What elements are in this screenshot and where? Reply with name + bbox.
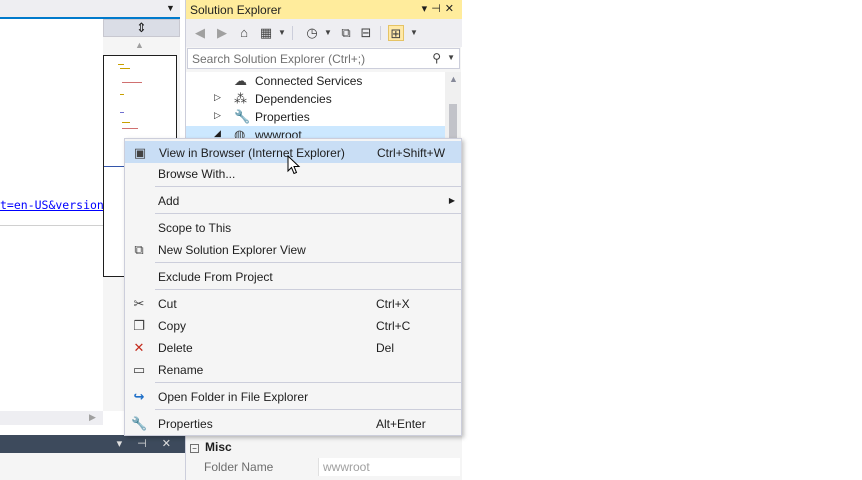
search-options-dropdown-icon[interactable]: ▼ — [447, 53, 455, 62]
expand-arrow-icon[interactable]: ▷ — [214, 92, 221, 103]
open-folder-icon: ↪ — [133, 389, 145, 404]
filter-dropdown-icon[interactable]: ▼ — [320, 25, 336, 41]
expand-arrow-icon[interactable]: ▷ — [214, 110, 221, 121]
editor-text-area[interactable]: t=en-US&version — [0, 19, 104, 411]
collapse-section-icon[interactable]: − — [190, 444, 199, 453]
browser-icon: ▣ — [133, 145, 147, 160]
pin-icon[interactable]: ⊣ — [431, 3, 445, 15]
submenu-arrow-icon: ▶ — [448, 196, 455, 205]
close-icon[interactable]: ✕ — [445, 3, 458, 15]
switch-views-icon[interactable]: ▦ — [258, 25, 274, 41]
rename-icon: ▭ — [132, 362, 146, 377]
search-placeholder: Search Solution Explorer (Ctrl+;) — [192, 52, 366, 66]
property-name: Folder Name — [204, 460, 274, 474]
horizontal-scrollbar[interactable]: ▶ — [0, 411, 103, 425]
menu-item-rename[interactable]: ▭ Rename — [125, 359, 461, 381]
switch-views-dropdown-icon[interactable]: ▼ — [274, 25, 290, 41]
delete-x-icon: ✕ — [133, 340, 145, 355]
solution-explorer-title: Solution Explorer — [190, 3, 282, 17]
wrench-icon: 🔧 — [234, 109, 251, 124]
menu-item-exclude-from-project[interactable]: Exclude From Project — [125, 266, 461, 288]
menu-item-copy[interactable]: ❐ Copy Ctrl+C — [125, 315, 461, 337]
collapse-all-icon[interactable]: ⊟ — [358, 25, 374, 41]
copy-icon: ❐ — [133, 318, 145, 333]
split-handle-icon[interactable]: ⇕ — [103, 19, 180, 37]
menu-item-properties[interactable]: 🔧 Properties Alt+Enter — [125, 413, 461, 435]
tree-vertical-scrollbar[interactable]: ▲ — [445, 72, 461, 140]
scissors-icon: ✂ — [133, 296, 145, 311]
editor-title-bar: ▼ — [0, 0, 180, 19]
home-icon[interactable]: ⌂ — [236, 25, 252, 41]
dependencies-icon: ⁂ — [234, 91, 247, 106]
forward-icon[interactable]: ▶ — [214, 25, 230, 41]
tree-item-connected-services[interactable]: ☁ Connected Services — [186, 72, 445, 90]
solution-explorer-title-bar: Solution Explorer ▾⊣✕ — [186, 0, 462, 19]
property-value[interactable]: wwwroot — [318, 458, 460, 476]
context-menu: ▣ View in Browser (Internet Explorer) Ct… — [124, 138, 462, 436]
editor-divider — [0, 225, 103, 226]
back-icon[interactable]: ◀ — [192, 25, 208, 41]
scroll-up-icon[interactable]: ▲ — [135, 40, 144, 50]
scrollbar-thumb[interactable] — [449, 104, 457, 140]
panel-window-buttons[interactable]: ▾ ⊣ ✕ — [117, 437, 177, 450]
tree-item-properties[interactable]: ▷ 🔧 Properties — [186, 108, 445, 126]
sync-active-document-icon[interactable]: ⧉ — [338, 25, 354, 41]
new-view-icon: ⧉ — [134, 242, 144, 257]
editor-link[interactable]: t=en-US&version — [0, 198, 104, 212]
property-row-folder-name[interactable]: Folder Name wwwroot — [200, 458, 460, 476]
chevron-down-icon[interactable]: ▼ — [166, 3, 175, 13]
bottom-panel-content — [0, 453, 185, 480]
menu-item-new-solution-explorer-view[interactable]: ⧉ New Solution Explorer View — [125, 239, 461, 261]
menu-item-open-folder[interactable]: ↪ Open Folder in File Explorer — [125, 386, 461, 408]
menu-item-scope-to-this[interactable]: Scope to This — [125, 217, 461, 239]
bottom-panel-title-bar: ▾ ⊣ ✕ — [0, 435, 185, 453]
menu-item-delete[interactable]: ✕ Delete Del — [125, 337, 461, 359]
wrench-icon: 🔧 — [131, 416, 148, 431]
solution-explorer-toolbar: ◀ ▶ ⌂ ▦ ▼ ◷ ▼ ⧉ ⊟ ⊞ ▼ — [186, 19, 462, 47]
tree-item-dependencies[interactable]: ▷ ⁂ Dependencies — [186, 90, 445, 108]
scroll-right-icon[interactable]: ▶ — [89, 412, 96, 423]
properties-grid: − Misc Folder Name wwwroot — [186, 436, 462, 480]
menu-item-add[interactable]: Add ▶ — [125, 190, 461, 212]
show-all-dropdown-icon[interactable]: ▼ — [406, 25, 422, 41]
search-icon[interactable]: ⚲ — [432, 51, 441, 65]
menu-item-cut[interactable]: ✂ Cut Ctrl+X — [125, 293, 461, 315]
show-all-files-icon[interactable]: ⊞ — [388, 25, 404, 41]
pending-changes-filter-icon[interactable]: ◷ — [304, 25, 320, 41]
properties-section-header[interactable]: − Misc — [190, 440, 232, 454]
solution-explorer-search-input[interactable]: Search Solution Explorer (Ctrl+;) ⚲ ▼ — [187, 48, 460, 69]
mouse-cursor-icon — [287, 155, 301, 175]
solution-tree: ☁ Connected Services ▷ ⁂ Dependencies ▷ … — [186, 72, 445, 144]
scroll-up-icon[interactable]: ▲ — [449, 74, 458, 84]
window-position-icon[interactable]: ▾ — [422, 3, 432, 15]
cloud-icon: ☁ — [234, 73, 247, 88]
